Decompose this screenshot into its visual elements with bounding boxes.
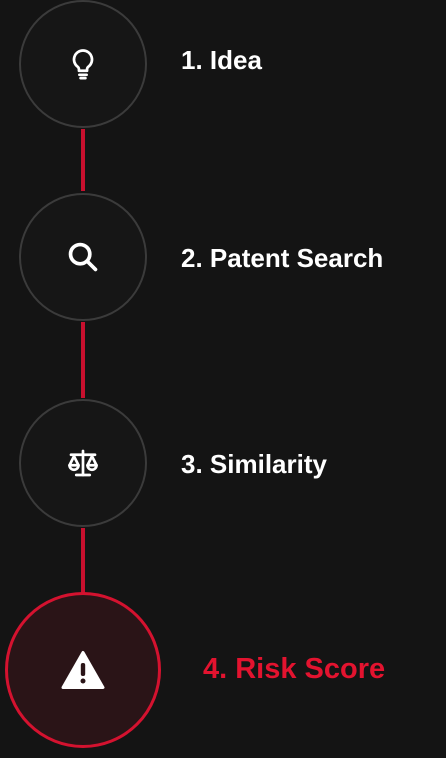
lightbulb-icon (65, 46, 101, 82)
step-risk-score-node[interactable] (5, 592, 161, 748)
process-stepper: 1. Idea 2. Patent Search 3. Similarity 4… (0, 0, 446, 758)
step-connector (81, 322, 85, 398)
step-patent-search-node[interactable] (19, 193, 147, 321)
step-idea-label[interactable]: 1. Idea (181, 47, 262, 73)
step-idea-node[interactable] (19, 0, 147, 128)
step-similarity-node[interactable] (19, 399, 147, 527)
warning-icon (61, 650, 105, 690)
step-connector (81, 129, 85, 191)
scale-icon (65, 445, 101, 481)
step-similarity-label[interactable]: 3. Similarity (181, 451, 327, 477)
step-patent-search-label[interactable]: 2. Patent Search (181, 245, 383, 271)
step-risk-score-label[interactable]: 4. Risk Score (203, 655, 385, 684)
step-connector (81, 528, 85, 594)
search-icon (66, 240, 100, 274)
